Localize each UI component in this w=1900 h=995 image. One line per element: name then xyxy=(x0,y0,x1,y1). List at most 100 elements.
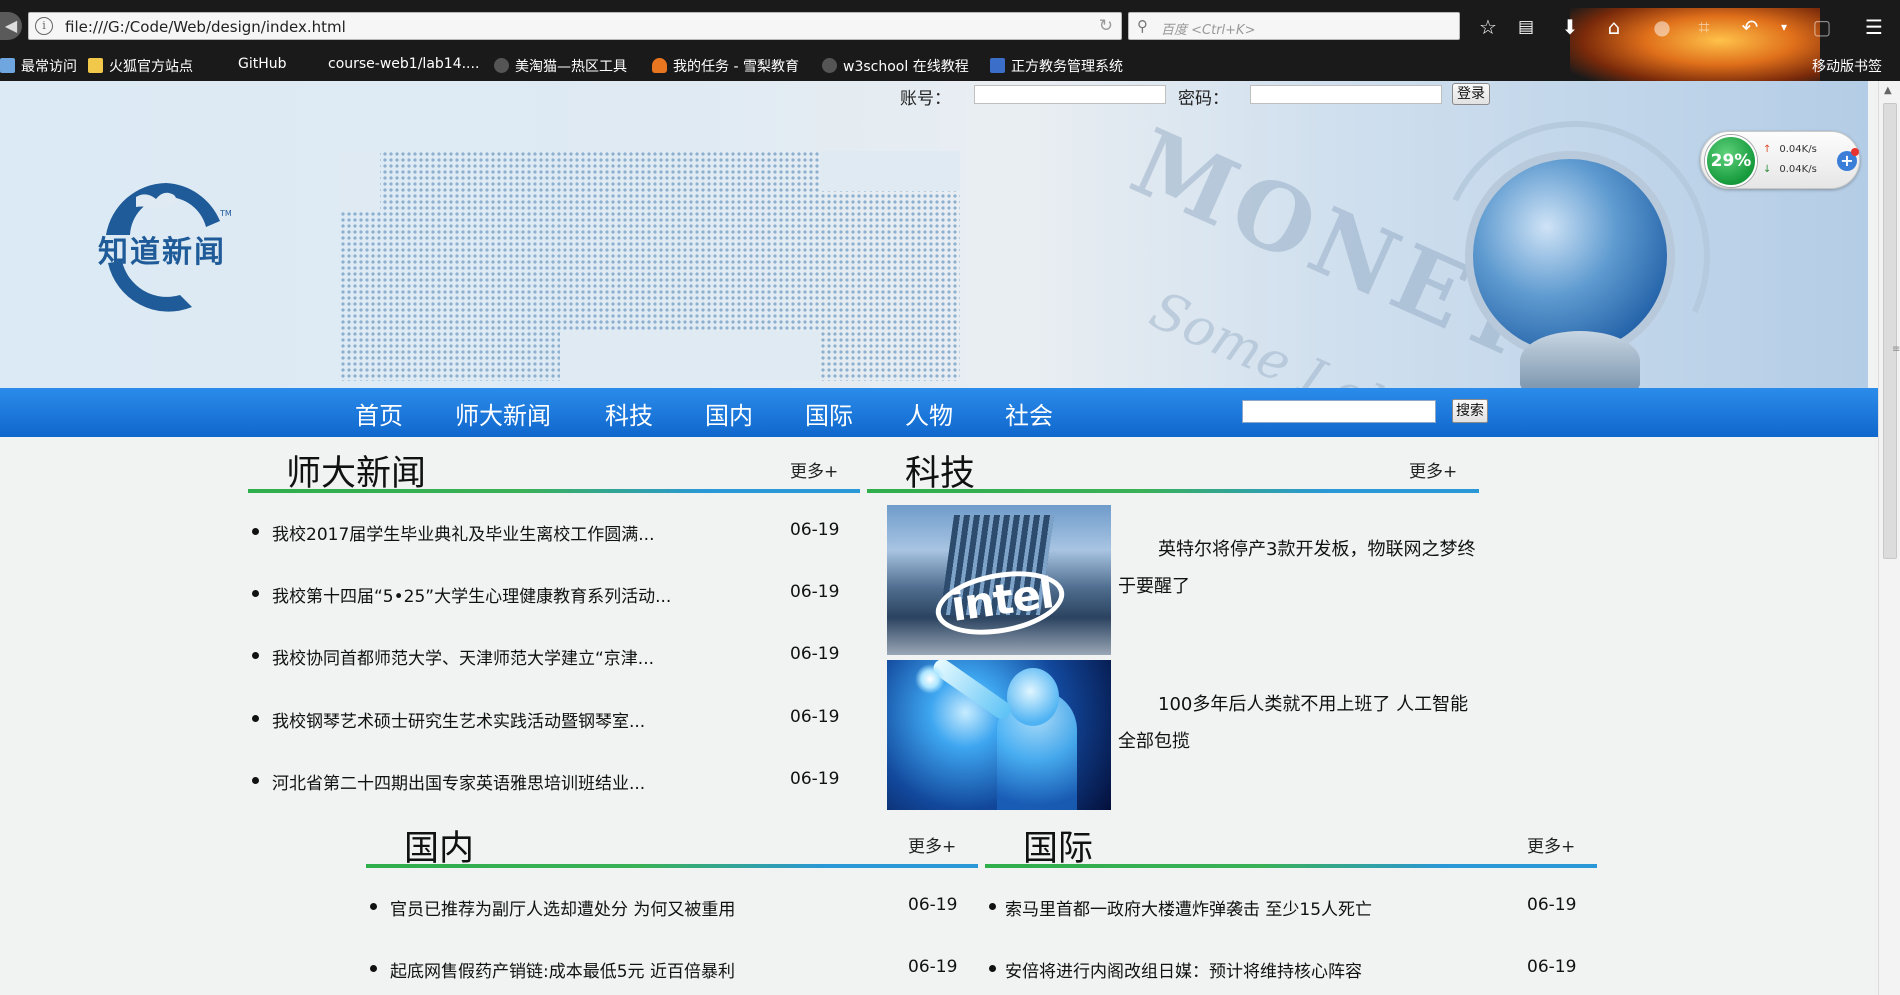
bullet-icon xyxy=(252,777,259,784)
bookmark-w3school[interactable]: w3school 在线教程 xyxy=(822,56,969,76)
nav-people[interactable]: 人物 xyxy=(905,396,953,431)
scrollbar-thumb[interactable]: ≡ xyxy=(1883,103,1900,559)
bookmark-label: 火狐官方站点 xyxy=(109,59,193,75)
bookmark-course-web[interactable]: course-web1/lab14.... xyxy=(328,56,479,72)
vertical-scrollbar[interactable]: ▲ ≡ xyxy=(1878,81,1900,995)
list-item[interactable]: 官员已推荐为副厅人选却遭处分 为何又被重用 06-19 xyxy=(370,893,962,921)
bookmark-my-tasks[interactable]: 我的任务 - 雪梨教育 xyxy=(652,56,799,76)
bookmark-folder-icon xyxy=(0,58,15,73)
news-title[interactable]: 我校2017届学生毕业典礼及毕业生离校工作圆满... xyxy=(272,520,654,545)
tech-image-intel[interactable]: intel xyxy=(887,505,1111,655)
reload-icon[interactable]: ↻ xyxy=(1099,16,1113,36)
news-title[interactable]: 河北省第二十四期出国专家英语雅思培训班结业... xyxy=(272,769,645,794)
home-icon[interactable]: ⌂ xyxy=(1600,14,1628,40)
browser-search-placeholder: 百度 <Ctrl+K> xyxy=(1161,23,1256,38)
star-bookmark-icon[interactable]: ☆ xyxy=(1474,14,1502,40)
nav-society[interactable]: 社会 xyxy=(1005,396,1053,431)
tech-news-text[interactable]: 100多年后人类就不用上班了 人工智能全部包揽 xyxy=(1118,686,1478,760)
ai-glow-shape xyxy=(915,664,945,694)
news-date: 06-19 xyxy=(1527,957,1577,977)
more-link[interactable]: 更多+ xyxy=(790,457,838,482)
logo-tm: TM xyxy=(220,209,232,218)
list-item[interactable]: 起底网售假药产销链:成本最低5元 近百倍暴利 06-19 xyxy=(370,955,962,983)
screenshot-icon[interactable]: ▢ xyxy=(1808,14,1836,40)
url-row: ◀ i file:///G:/Code/Web/design/index.htm… xyxy=(0,8,1900,89)
download-speed: ↓ 0.04K/s xyxy=(1763,164,1817,175)
list-item[interactable]: 索马里首都一政府大楼遭炸弹袭击 至少15人死亡 06-19 xyxy=(989,893,1581,921)
list-item[interactable]: 安倍将进行内阁改组日媒：预计将维持核心阵容 06-19 xyxy=(989,955,1581,983)
mobile-bookmarks[interactable]: 移动版书签 xyxy=(1812,56,1882,76)
main-navbar: 首页 师大新闻 科技 国内 国际 人物 社会 搜索 xyxy=(0,388,1878,437)
map-mask xyxy=(560,331,820,381)
news-date: 06-19 xyxy=(790,769,840,789)
reading-list-icon[interactable]: ▤ xyxy=(1512,14,1540,40)
download-speed-value: 0.04K/s xyxy=(1779,164,1817,175)
news-title[interactable]: 索马里首都一政府大楼遭炸弹袭击 至少15人死亡 xyxy=(1005,895,1372,920)
tech-image-ai[interactable] xyxy=(887,660,1111,810)
crop-icon[interactable]: ⌗ xyxy=(1690,14,1718,40)
nav-shida-news[interactable]: 师大新闻 xyxy=(455,396,551,431)
notification-dot xyxy=(1851,148,1859,156)
bookmark-most-visited[interactable]: 最常访问 xyxy=(0,56,77,76)
login-button[interactable]: 登录 xyxy=(1452,83,1490,105)
more-link[interactable]: 更多+ xyxy=(1409,457,1457,482)
news-date: 06-19 xyxy=(1527,895,1577,915)
nav-domestic[interactable]: 国内 xyxy=(705,396,753,431)
header-banner: MONEY Some Lehm 知道新闻 TM 账号： 密码： 登录 29% ↑… xyxy=(0,81,1868,388)
list-item[interactable]: 我校2017届学生毕业典礼及毕业生离校工作圆满... 06-19 xyxy=(252,518,844,546)
map-mask xyxy=(820,151,960,191)
list-item[interactable]: 我校第十四届“5•25”大学生心理健康教育系列活动... 06-19 xyxy=(252,580,844,608)
more-link[interactable]: 更多+ xyxy=(908,832,956,857)
globe-image xyxy=(1465,151,1675,361)
section-international-header: 国际 更多+ xyxy=(985,818,1597,869)
upload-speed: ↑ 0.04K/s xyxy=(1763,144,1817,155)
news-title[interactable]: 官员已推荐为副厅人选却遭处分 为何又被重用 xyxy=(390,895,735,920)
news-title[interactable]: 起底网售假药产销链:成本最低5元 近百倍暴利 xyxy=(390,957,735,982)
account-input[interactable] xyxy=(974,85,1166,104)
news-title[interactable]: 安倍将进行内阁改组日媒：预计将维持核心阵容 xyxy=(1005,957,1362,982)
folder-icon xyxy=(88,58,103,73)
tech-news-text[interactable]: 英特尔将停产3款开发板，物联网之梦终于要醒了 xyxy=(1118,531,1478,605)
scroll-up-arrow-icon[interactable]: ▲ xyxy=(1884,85,1892,96)
news-title[interactable]: 我校协同首都师范大学、天津师范大学建立“京津... xyxy=(272,644,654,669)
bullet-icon xyxy=(252,715,259,722)
list-item[interactable]: 我校钢琴艺术硕士研究生艺术实践活动暨钢琴室... 06-19 xyxy=(252,705,844,733)
url-bar[interactable]: i file:///G:/Code/Web/design/index.html … xyxy=(28,12,1122,40)
nav-tech[interactable]: 科技 xyxy=(605,396,653,431)
net-speed-widget[interactable]: 29% ↑ 0.04K/s ↓ 0.04K/s + xyxy=(1700,131,1860,189)
back-arrow-icon[interactable]: ◀ xyxy=(0,12,22,40)
ai-arm-shape xyxy=(929,660,1015,723)
chat-icon[interactable]: ● xyxy=(1648,14,1676,40)
site-logo[interactable]: 知道新闻 TM xyxy=(96,175,236,315)
bookmark-firefox-site[interactable]: 火狐官方站点 xyxy=(88,56,193,76)
list-item[interactable]: 我校协同首都师范大学、天津师范大学建立“京津... 06-19 xyxy=(252,642,844,670)
section-divider xyxy=(248,489,860,493)
site-search-button[interactable]: 搜索 xyxy=(1452,399,1488,423)
password-label: 密码： xyxy=(1178,89,1229,109)
undo-dropdown-icon[interactable]: ▾ xyxy=(1770,14,1798,40)
url-text[interactable]: file:///G:/Code/Web/design/index.html xyxy=(65,18,346,36)
news-title[interactable]: 我校第十四届“5•25”大学生心理健康教育系列活动... xyxy=(272,582,671,607)
more-link[interactable]: 更多+ xyxy=(1527,832,1575,857)
nav-international[interactable]: 国际 xyxy=(805,396,853,431)
bullet-icon xyxy=(370,965,377,972)
nav-home[interactable]: 首页 xyxy=(355,396,403,431)
section-divider xyxy=(867,489,1479,493)
menu-icon[interactable]: ☰ xyxy=(1860,14,1888,40)
bullet-icon xyxy=(252,590,259,597)
news-date: 06-19 xyxy=(790,707,840,727)
password-input[interactable] xyxy=(1250,85,1442,104)
bookmark-meitaomao[interactable]: 美淘猫—热区工具 xyxy=(494,56,627,76)
bookmark-github[interactable]: GitHub xyxy=(238,56,287,72)
browser-search-bar[interactable]: ⚲ 百度 <Ctrl+K> xyxy=(1128,12,1460,40)
bullet-icon xyxy=(252,652,259,659)
page-viewport: MONEY Some Lehm 知道新闻 TM 账号： 密码： 登录 29% ↑… xyxy=(0,81,1878,995)
undo-icon[interactable]: ↶ xyxy=(1736,14,1764,40)
info-icon[interactable]: i xyxy=(35,17,53,35)
download-arrow-icon: ↓ xyxy=(1763,164,1772,175)
news-title[interactable]: 我校钢琴艺术硕士研究生艺术实践活动暨钢琴室... xyxy=(272,707,645,732)
bookmark-zhengfang[interactable]: 正方教务管理系统 xyxy=(990,56,1123,76)
site-search-input[interactable] xyxy=(1242,400,1436,423)
download-icon[interactable]: ⬇ xyxy=(1556,14,1584,40)
list-item[interactable]: 河北省第二十四期出国专家英语雅思培训班结业... 06-19 xyxy=(252,767,844,795)
